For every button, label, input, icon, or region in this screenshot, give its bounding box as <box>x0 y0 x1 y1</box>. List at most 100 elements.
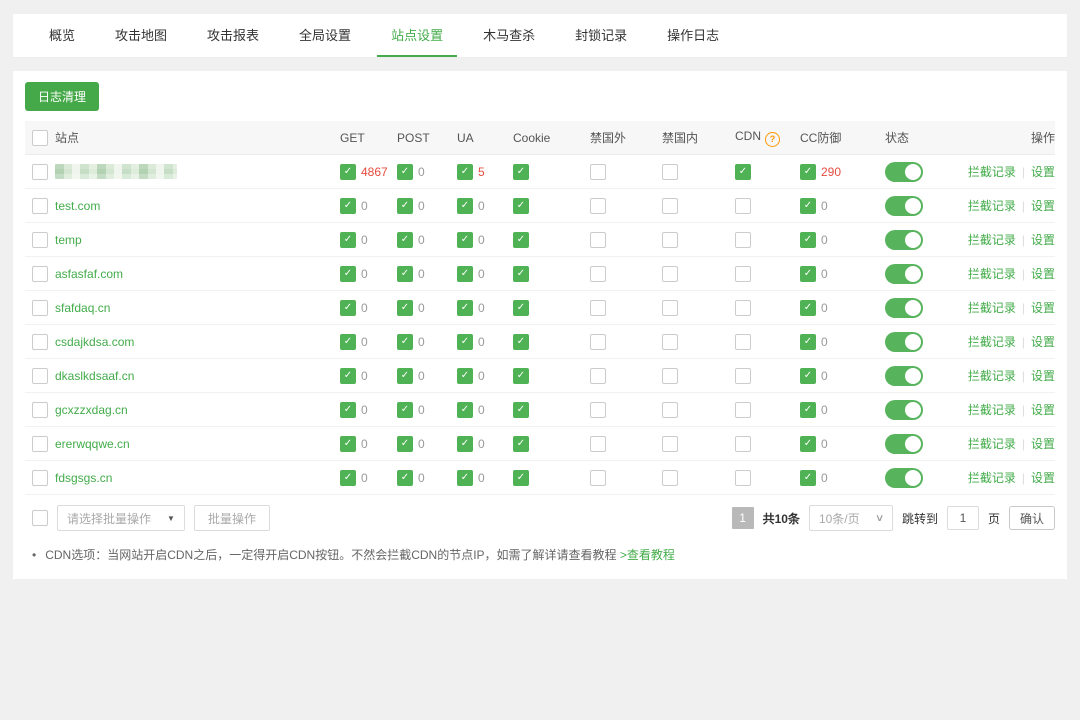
cc-defense-checkbox[interactable]: ✓ <box>800 232 816 248</box>
cdn-checkbox[interactable] <box>735 436 751 452</box>
settings-link[interactable]: 设置 <box>1031 437 1055 451</box>
select-all-checkbox[interactable] <box>32 130 48 146</box>
cookie-checkbox[interactable]: ✓ <box>513 368 529 384</box>
cc-defense-checkbox[interactable]: ✓ <box>800 334 816 350</box>
status-toggle[interactable] <box>885 264 923 284</box>
block-log-link[interactable]: 拦截记录 <box>968 199 1016 213</box>
ban-foreign-checkbox[interactable] <box>590 368 606 384</box>
cc-defense-checkbox[interactable]: ✓ <box>800 470 816 486</box>
row-select-checkbox[interactable] <box>32 470 48 486</box>
cdn-tutorial-link[interactable]: >查看教程 <box>620 548 675 562</box>
ua-checkbox[interactable]: ✓ <box>457 164 473 180</box>
row-select-checkbox[interactable] <box>32 164 48 180</box>
site-link[interactable]: sfafdaq.cn <box>55 301 110 315</box>
block-log-link[interactable]: 拦截记录 <box>968 233 1016 247</box>
ban-foreign-checkbox[interactable] <box>590 436 606 452</box>
row-select-checkbox[interactable] <box>32 232 48 248</box>
status-toggle[interactable] <box>885 366 923 386</box>
ban-domestic-checkbox[interactable] <box>662 334 678 350</box>
tab-3[interactable]: 攻击报表 <box>193 14 273 57</box>
cookie-checkbox[interactable]: ✓ <box>513 334 529 350</box>
settings-link[interactable]: 设置 <box>1031 199 1055 213</box>
bulk-action-button[interactable]: 批量操作 <box>194 505 270 531</box>
ban-foreign-checkbox[interactable] <box>590 164 606 180</box>
tab-6[interactable]: 木马查杀 <box>469 14 549 57</box>
settings-link[interactable]: 设置 <box>1031 301 1055 315</box>
get-checkbox[interactable]: ✓ <box>340 368 356 384</box>
post-checkbox[interactable]: ✓ <box>397 436 413 452</box>
status-toggle[interactable] <box>885 162 923 182</box>
ua-checkbox[interactable]: ✓ <box>457 300 473 316</box>
ban-foreign-checkbox[interactable] <box>590 470 606 486</box>
cookie-checkbox[interactable]: ✓ <box>513 300 529 316</box>
block-log-link[interactable]: 拦截记录 <box>968 267 1016 281</box>
site-link[interactable]: ererwqqwe.cn <box>55 437 130 451</box>
cc-defense-checkbox[interactable]: ✓ <box>800 436 816 452</box>
ban-domestic-checkbox[interactable] <box>662 300 678 316</box>
cdn-checkbox[interactable]: ✓ <box>735 164 751 180</box>
row-select-checkbox[interactable] <box>32 368 48 384</box>
ua-checkbox[interactable]: ✓ <box>457 334 473 350</box>
block-log-link[interactable]: 拦截记录 <box>968 437 1016 451</box>
site-link[interactable]: fdsgsgs.cn <box>55 471 112 485</box>
cdn-checkbox[interactable] <box>735 368 751 384</box>
redacted-site-name[interactable] <box>55 164 177 179</box>
get-checkbox[interactable]: ✓ <box>340 266 356 282</box>
cc-defense-checkbox[interactable]: ✓ <box>800 164 816 180</box>
ban-domestic-checkbox[interactable] <box>662 198 678 214</box>
tab-7[interactable]: 封锁记录 <box>561 14 641 57</box>
settings-link[interactable]: 设置 <box>1031 233 1055 247</box>
ua-checkbox[interactable]: ✓ <box>457 402 473 418</box>
block-log-link[interactable]: 拦截记录 <box>968 369 1016 383</box>
ban-domestic-checkbox[interactable] <box>662 436 678 452</box>
ua-checkbox[interactable]: ✓ <box>457 198 473 214</box>
settings-link[interactable]: 设置 <box>1031 403 1055 417</box>
page-number-button[interactable]: 1 <box>732 507 754 529</box>
status-toggle[interactable] <box>885 400 923 420</box>
ua-checkbox[interactable]: ✓ <box>457 436 473 452</box>
cc-defense-checkbox[interactable]: ✓ <box>800 266 816 282</box>
ban-foreign-checkbox[interactable] <box>590 266 606 282</box>
row-select-checkbox[interactable] <box>32 300 48 316</box>
site-link[interactable]: test.com <box>55 199 100 213</box>
page-size-select[interactable]: 10条/页 ∨ <box>809 505 893 531</box>
row-select-checkbox[interactable] <box>32 436 48 452</box>
post-checkbox[interactable]: ✓ <box>397 266 413 282</box>
get-checkbox[interactable]: ✓ <box>340 470 356 486</box>
ban-foreign-checkbox[interactable] <box>590 334 606 350</box>
site-link[interactable]: dkaslkdsaaf.cn <box>55 369 134 383</box>
status-toggle[interactable] <box>885 196 923 216</box>
tab-4[interactable]: 全局设置 <box>285 14 365 57</box>
ua-checkbox[interactable]: ✓ <box>457 470 473 486</box>
tab-1[interactable]: 概览 <box>35 14 89 57</box>
cdn-checkbox[interactable] <box>735 232 751 248</box>
cc-defense-checkbox[interactable]: ✓ <box>800 402 816 418</box>
ban-foreign-checkbox[interactable] <box>590 232 606 248</box>
get-checkbox[interactable]: ✓ <box>340 436 356 452</box>
cc-defense-checkbox[interactable]: ✓ <box>800 300 816 316</box>
tab-5[interactable]: 站点设置 <box>377 14 457 57</box>
post-checkbox[interactable]: ✓ <box>397 198 413 214</box>
cdn-checkbox[interactable] <box>735 300 751 316</box>
row-select-checkbox[interactable] <box>32 198 48 214</box>
post-checkbox[interactable]: ✓ <box>397 334 413 350</box>
cookie-checkbox[interactable]: ✓ <box>513 232 529 248</box>
row-select-checkbox[interactable] <box>32 402 48 418</box>
get-checkbox[interactable]: ✓ <box>340 300 356 316</box>
ban-domestic-checkbox[interactable] <box>662 470 678 486</box>
get-checkbox[interactable]: ✓ <box>340 198 356 214</box>
ban-foreign-checkbox[interactable] <box>590 402 606 418</box>
settings-link[interactable]: 设置 <box>1031 335 1055 349</box>
bulk-action-select[interactable]: 请选择批量操作 ▼ <box>57 505 185 531</box>
site-link[interactable]: asfasfaf.com <box>55 267 123 281</box>
cc-defense-checkbox[interactable]: ✓ <box>800 368 816 384</box>
cc-defense-checkbox[interactable]: ✓ <box>800 198 816 214</box>
get-checkbox[interactable]: ✓ <box>340 232 356 248</box>
confirm-button[interactable]: 确认 <box>1009 506 1055 530</box>
cdn-checkbox[interactable] <box>735 402 751 418</box>
post-checkbox[interactable]: ✓ <box>397 300 413 316</box>
cookie-checkbox[interactable]: ✓ <box>513 198 529 214</box>
block-log-link[interactable]: 拦截记录 <box>968 471 1016 485</box>
cdn-checkbox[interactable] <box>735 266 751 282</box>
log-clean-button[interactable]: 日志清理 <box>25 82 99 111</box>
